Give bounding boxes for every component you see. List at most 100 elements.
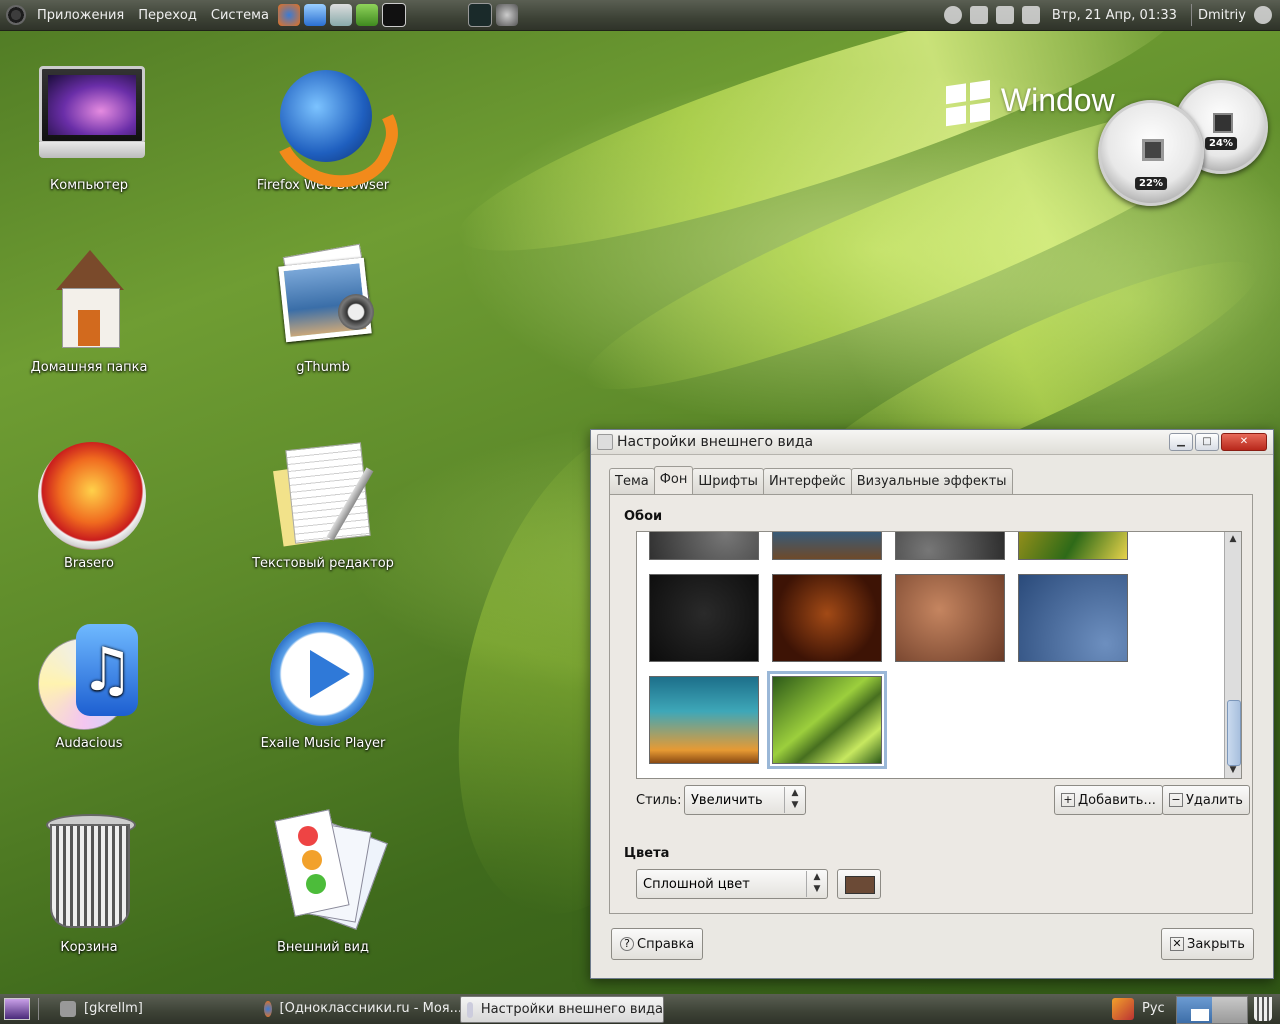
scroll-down-icon[interactable]: ▼ — [1228, 765, 1238, 775]
select-arrows-icon: ▲ ▼ — [806, 871, 827, 897]
menu-applications[interactable]: Приложения — [30, 8, 131, 23]
style-label: Стиль: — [636, 793, 682, 808]
workspace-1[interactable] — [1177, 997, 1212, 1023]
ubuntu-logo-icon[interactable] — [6, 5, 26, 25]
desktop-icon-firefox[interactable]: Firefox Web Browser — [248, 62, 411, 205]
help-button-label: Справка — [637, 936, 695, 952]
wallpaper-thumb[interactable] — [1018, 532, 1128, 560]
keyboard-layout-indicator[interactable]: Рус — [1142, 1001, 1165, 1016]
tab-interface[interactable]: Интерфейс — [762, 468, 852, 495]
wallpaper-thumb[interactable] — [1018, 574, 1128, 662]
desktop-icon-appearance[interactable]: Внешний вид — [248, 809, 398, 955]
appearance-preferences-dialog: Настройки внешнего вида ▁ □ ✕ Тема Фон Ш… — [590, 429, 1274, 979]
music-launcher-icon[interactable] — [303, 4, 326, 26]
keyboard-icon[interactable] — [995, 6, 1014, 24]
panel-separator — [38, 998, 39, 1020]
desktop-icon-computer[interactable]: Компьютер — [14, 62, 164, 193]
wallpaper-thumb[interactable] — [649, 574, 759, 662]
help-button[interactable]: ? Справка — [611, 928, 704, 960]
appearance-icon — [597, 434, 613, 450]
menu-places[interactable]: Переход — [131, 8, 204, 23]
wallpapers-heading: Обои — [624, 509, 663, 524]
desktop-icon-home[interactable]: Домашняя папка — [14, 244, 164, 375]
desktop-icon-label: Корзина — [60, 940, 118, 955]
add-wallpaper-button[interactable]: + Добавить... — [1054, 785, 1163, 815]
network-icon[interactable] — [969, 6, 988, 24]
desktop-icon-label: Домашняя папка — [30, 360, 148, 375]
tab-theme[interactable]: Тема — [609, 468, 655, 495]
volume-icon[interactable] — [1021, 6, 1040, 24]
wallpaper-thumb[interactable] — [772, 532, 882, 560]
show-desktop-icon[interactable] — [4, 998, 30, 1020]
workspace-2[interactable] — [1212, 997, 1247, 1023]
wallpaper-thumb-selected[interactable] — [767, 671, 887, 769]
remove-button-label: Удалить — [1186, 792, 1243, 808]
monitor-launcher-icon[interactable] — [467, 3, 492, 27]
tab-fonts[interactable]: Шрифты — [692, 468, 764, 495]
wallpaper-thumb[interactable] — [772, 574, 882, 662]
memory-gauge-value: 24% — [1205, 137, 1237, 150]
remove-wallpaper-button[interactable]: − Удалить — [1162, 785, 1250, 815]
desktop-icon-label: Exaile Music Player — [260, 736, 386, 751]
cpu-gauge[interactable]: 22% — [1098, 100, 1204, 206]
computer-icon — [34, 62, 145, 172]
wallpaper-thumb[interactable] — [895, 532, 1005, 560]
desktop-icon-label: Brasero — [63, 556, 114, 571]
text-editor-icon — [268, 440, 378, 550]
gthumb-icon — [268, 243, 378, 354]
panel-separator — [1190, 4, 1192, 26]
settings-launcher-icon[interactable] — [355, 4, 378, 26]
desktop-icon-trash[interactable]: Корзина — [14, 810, 164, 955]
wallpaper-thumb[interactable] — [649, 676, 759, 764]
dialog-titlebar[interactable]: Настройки внешнего вида ▁ □ ✕ — [591, 430, 1273, 455]
menu-system[interactable]: Система — [204, 8, 276, 23]
user-name[interactable]: Dmitriy — [1198, 8, 1246, 23]
wallpaper-thumb[interactable] — [895, 574, 1005, 662]
desktop-icon-exaile[interactable]: Exaile Music Player — [248, 620, 398, 751]
desktop-icon-brasero[interactable]: Brasero — [14, 440, 164, 571]
taskbar-item-gkrellm[interactable]: [gkrellm] — [54, 996, 258, 1021]
terminal-launcher-icon[interactable] — [381, 3, 406, 27]
wallpaper-thumb[interactable] — [649, 532, 759, 560]
firefox-launcher-icon[interactable] — [277, 4, 300, 26]
minimize-button[interactable]: ▁ — [1169, 433, 1193, 451]
taskbar-item-browser[interactable]: [Одноклассники.ru - Моя... — [258, 996, 462, 1021]
home-folder-icon — [34, 244, 144, 354]
close-button[interactable]: ✕ Закрыть — [1161, 928, 1254, 960]
firefox-icon — [264, 1000, 272, 1017]
color-picker-button[interactable] — [837, 869, 881, 899]
minus-icon: − — [1169, 793, 1183, 807]
tab-visual-effects[interactable]: Визуальные эффекты — [850, 468, 1013, 495]
close-window-button[interactable]: ✕ — [1221, 433, 1267, 451]
color-swatch — [845, 876, 875, 894]
power-icon[interactable] — [1254, 6, 1272, 24]
audacious-icon: ♫ — [34, 620, 144, 730]
add-button-label: Добавить... — [1078, 792, 1156, 808]
style-select[interactable]: Увеличить ▲ ▼ — [684, 785, 806, 815]
maximize-button[interactable]: □ — [1195, 433, 1219, 451]
wallpaper-scrollbar[interactable]: ▲ ▼ — [1224, 532, 1241, 778]
photo-launcher-icon[interactable] — [329, 4, 352, 26]
cpu-gauge-value: 22% — [1135, 177, 1167, 190]
plus-icon: + — [1061, 793, 1075, 807]
clock[interactable]: Втр, 21 Апр, 01:33 — [1052, 8, 1177, 23]
wallpaper-list[interactable]: ▲ ▼ — [636, 531, 1242, 779]
desktop-icon-text-editor[interactable]: Текстовый редактор — [248, 440, 398, 571]
appearance-icon — [268, 809, 388, 934]
color-mode-select[interactable]: Сплошной цвет ▲ ▼ — [636, 869, 828, 899]
workspace-switcher[interactable] — [1176, 996, 1248, 1024]
scroll-up-icon[interactable]: ▲ — [1228, 534, 1238, 544]
scroll-thumb[interactable] — [1227, 700, 1241, 766]
desktop-icon-gthumb[interactable]: gThumb — [248, 243, 398, 375]
system-tray: Втр, 21 Апр, 01:33 Dmitriy — [940, 0, 1280, 30]
help-icon: ? — [620, 937, 634, 951]
cpu-icon — [1142, 139, 1164, 161]
close-icon: ✕ — [1170, 937, 1184, 951]
update-icon[interactable] — [943, 6, 962, 24]
desktop-icon-label: Audacious — [55, 736, 123, 751]
user-launcher-icon[interactable] — [495, 4, 518, 26]
trash-applet-icon[interactable] — [1254, 997, 1272, 1021]
tab-background[interactable]: Фон — [653, 466, 694, 496]
taskbar-item-appearance[interactable]: Настройки внешнего вида — [460, 996, 664, 1023]
desktop-icon-audacious[interactable]: ♫ Audacious — [14, 620, 164, 751]
